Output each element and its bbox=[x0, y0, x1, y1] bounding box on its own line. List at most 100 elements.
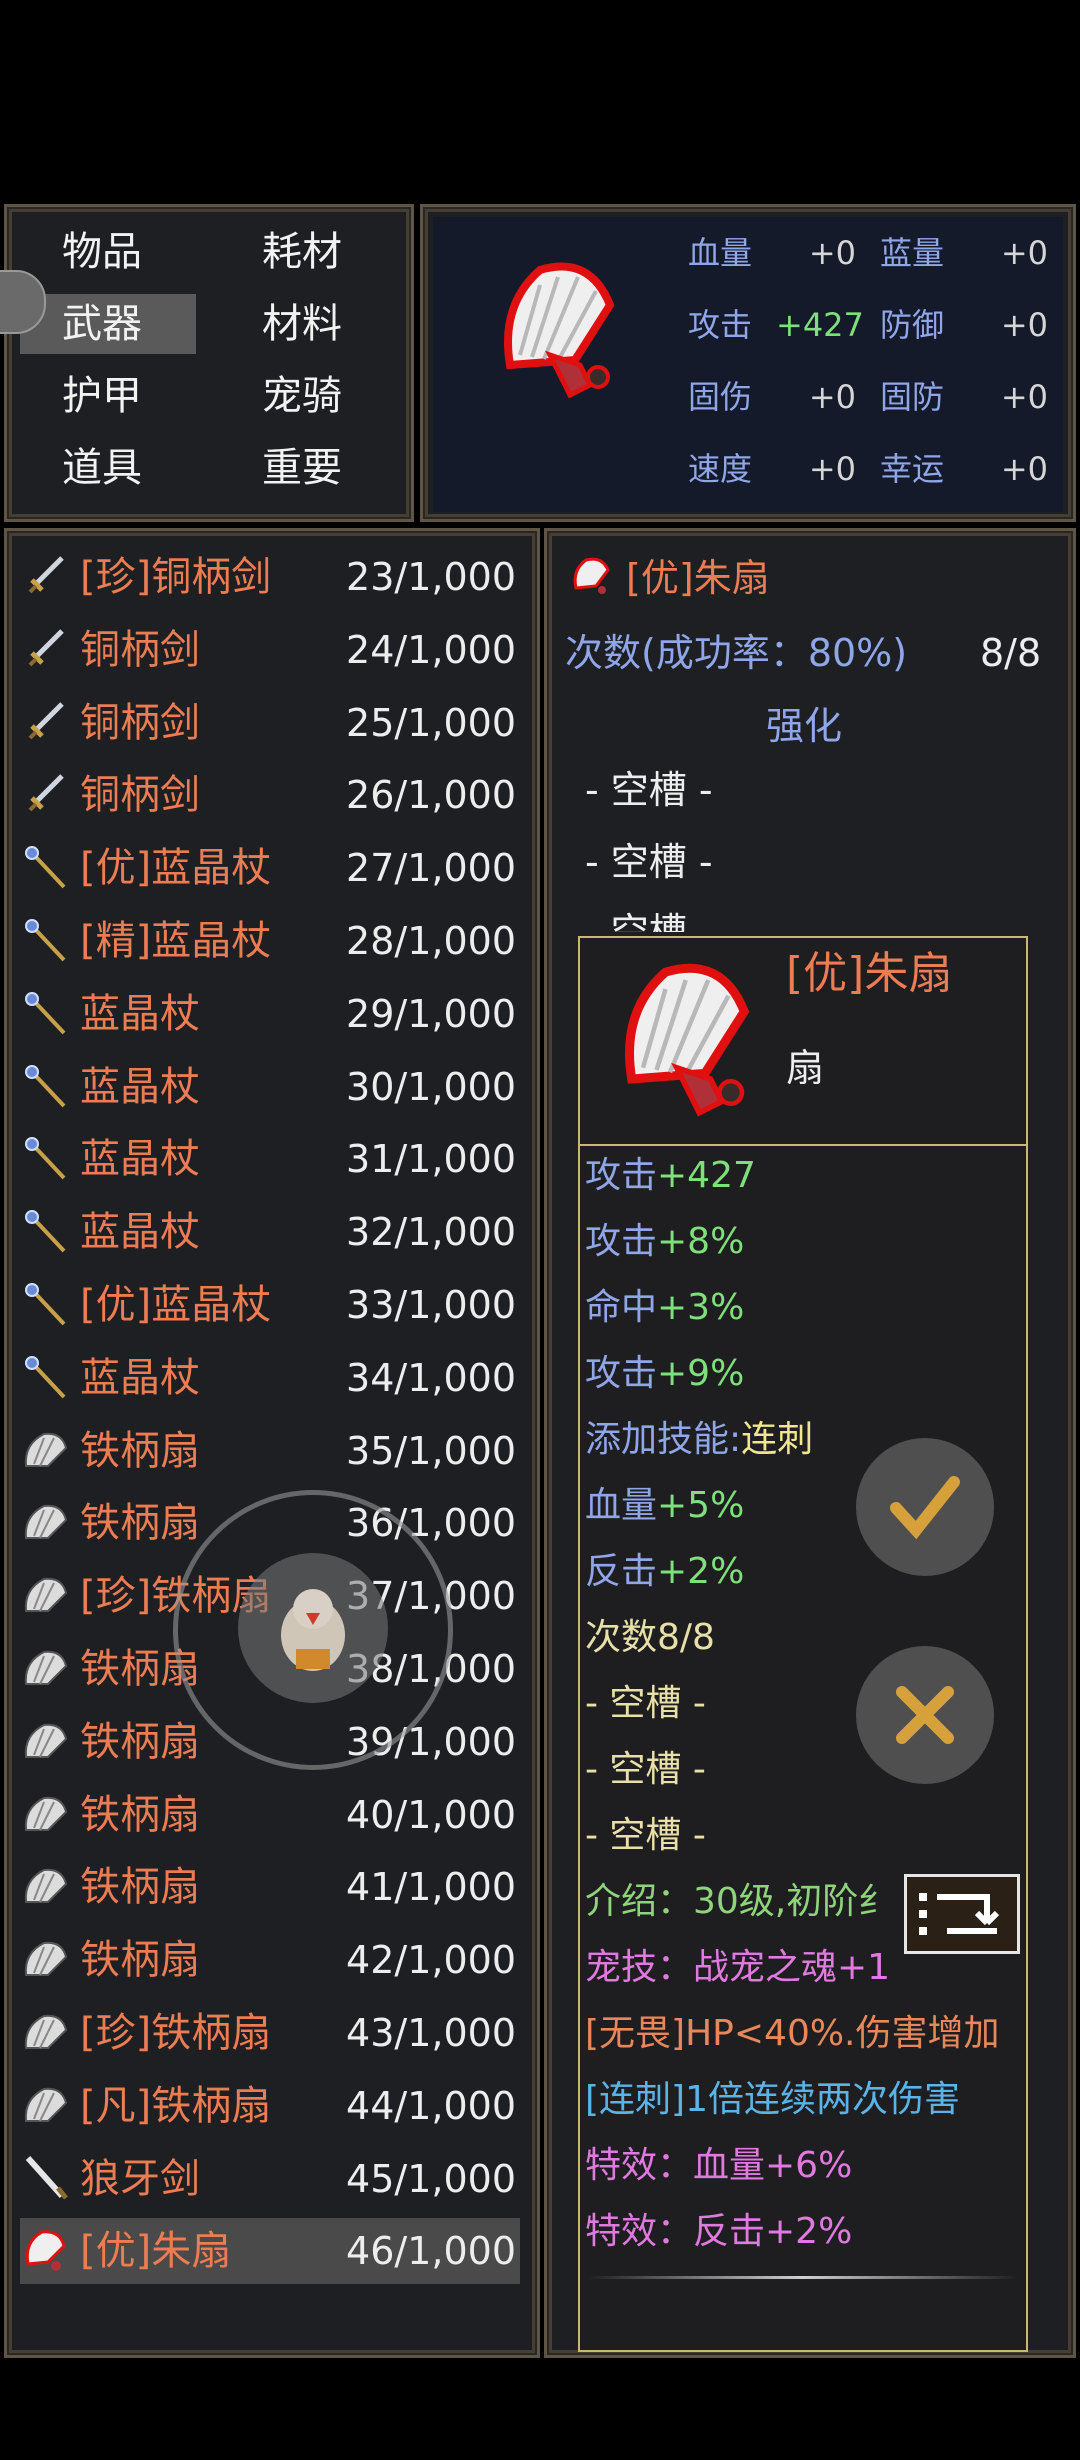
item-name: [珍]铜柄剑 bbox=[80, 554, 272, 600]
check-icon bbox=[890, 1476, 960, 1540]
close-icon bbox=[896, 1686, 954, 1744]
item-name: 铁柄扇 bbox=[80, 1427, 200, 1474]
staff-icon bbox=[22, 1134, 70, 1182]
item-quantity: 24/1,000 bbox=[346, 627, 516, 672]
tooltip-title: [优]朱扇 bbox=[786, 948, 953, 999]
item-name: [珍]铁柄扇 bbox=[80, 2010, 272, 2056]
inventory-row[interactable]: [珍]铜柄剑 23/1,000 bbox=[20, 544, 520, 610]
stat-name: 固防 bbox=[880, 378, 945, 416]
item-quantity: 34/1,000 bbox=[346, 1355, 516, 1400]
inventory-row[interactable]: 铁柄扇 35/1,000 bbox=[20, 1418, 520, 1484]
inventory-row[interactable]: 狼牙剑 45/1,000 bbox=[20, 2146, 520, 2212]
tooltip-line-value: +3% bbox=[657, 1287, 745, 1328]
staff-icon bbox=[22, 1207, 70, 1255]
item-name: 狼牙剑 bbox=[80, 2155, 200, 2202]
tooltip-line: [连刺]1倍连续两次伤害 bbox=[585, 2079, 960, 2120]
tooltip-more-button[interactable] bbox=[904, 1874, 1020, 1954]
item-quantity: 46/1,000 bbox=[346, 2229, 516, 2274]
confirm-button[interactable] bbox=[856, 1438, 994, 1576]
tooltip-line: 添加技能:连刺 bbox=[585, 1410, 813, 1470]
inventory-row[interactable]: [精]蓝晶杖 28/1,000 bbox=[20, 908, 520, 974]
fan-icon bbox=[22, 1498, 70, 1546]
item-quantity: 32/1,000 bbox=[346, 1210, 516, 1255]
inventory-row[interactable]: 铜柄剑 26/1,000 bbox=[20, 762, 520, 828]
inventory-row[interactable]: [优]蓝晶杖 27/1,000 bbox=[20, 835, 520, 901]
category-tab-6[interactable]: 道具 bbox=[62, 438, 142, 498]
tooltip-line-value: 连刺 bbox=[741, 1419, 814, 1460]
inventory-row[interactable]: 铜柄剑 25/1,000 bbox=[20, 690, 520, 756]
tooltip-line-value: +8% bbox=[657, 1221, 745, 1262]
tooltip-line: 特效：血量+6% bbox=[585, 2145, 853, 2186]
staff-icon bbox=[22, 1353, 70, 1401]
detail-slot-1: - 空槽 - bbox=[585, 768, 713, 812]
stat-name: 攻击 bbox=[688, 306, 753, 344]
stat-name: 血量 bbox=[688, 234, 753, 272]
swap-icon bbox=[919, 1893, 1000, 1935]
item-name: 铁柄扇 bbox=[80, 1937, 200, 1984]
item-quantity: 45/1,000 bbox=[346, 2156, 516, 2201]
inventory-row[interactable]: 蓝晶杖 29/1,000 bbox=[20, 981, 520, 1047]
item-quantity: 29/1,000 bbox=[346, 991, 516, 1036]
inventory-row[interactable]: 铁柄扇 40/1,000 bbox=[20, 1782, 520, 1848]
stat-name: 固伤 bbox=[688, 378, 753, 416]
category-tab-1[interactable]: 耗材 bbox=[262, 222, 342, 282]
inventory-row[interactable]: 蓝晶杖 34/1,000 bbox=[20, 1345, 520, 1411]
tooltip-bottom-divider bbox=[588, 2276, 1018, 2279]
item-name: 蓝晶杖 bbox=[80, 1354, 200, 1401]
tooltip-line-prefix: 添加技能: bbox=[585, 1419, 742, 1460]
stat-name: 速度 bbox=[688, 450, 753, 488]
category-tab-0[interactable]: 物品 bbox=[62, 222, 142, 282]
category-tab-5[interactable]: 宠骑 bbox=[262, 366, 342, 426]
fan-icon bbox=[22, 1571, 70, 1619]
category-tab-4[interactable]: 护甲 bbox=[62, 366, 142, 426]
inventory-row[interactable]: [凡]铁柄扇 44/1,000 bbox=[20, 2073, 520, 2139]
category-tab-2[interactable]: 武器 bbox=[20, 294, 196, 354]
inventory-row[interactable]: 铜柄剑 24/1,000 bbox=[20, 617, 520, 683]
category-tab-3[interactable]: 材料 bbox=[262, 294, 342, 354]
item-name: 蓝晶杖 bbox=[80, 1136, 200, 1183]
stat-value: +0 bbox=[808, 234, 856, 272]
floating-pet-button[interactable] bbox=[173, 1490, 453, 1770]
tooltip-line-prefix: 命中 bbox=[585, 1287, 658, 1328]
item-quantity: 43/1,000 bbox=[346, 2011, 516, 2055]
red-fan-icon bbox=[22, 2226, 70, 2274]
item-name: 铜柄剑 bbox=[80, 626, 200, 673]
item-quantity: 23/1,000 bbox=[346, 555, 516, 599]
item-name: 蓝晶杖 bbox=[80, 1209, 200, 1256]
inventory-row[interactable]: [优]蓝晶杖 33/1,000 bbox=[20, 1272, 520, 1338]
fan-icon bbox=[22, 1790, 70, 1838]
stat-value: +0 bbox=[808, 378, 856, 416]
inventory-row[interactable]: [珍]铁柄扇 43/1,000 bbox=[20, 2000, 520, 2066]
inventory-row[interactable]: 蓝晶杖 30/1,000 bbox=[20, 1054, 520, 1120]
inventory-row[interactable]: 蓝晶杖 31/1,000 bbox=[20, 1126, 520, 1192]
inventory-row[interactable]: 蓝晶杖 32/1,000 bbox=[20, 1199, 520, 1265]
item-name: 铁柄扇 bbox=[80, 1791, 200, 1838]
cancel-button[interactable] bbox=[856, 1646, 994, 1784]
item-name: 铜柄剑 bbox=[80, 772, 200, 819]
tooltip-line: 命中+3% bbox=[585, 1278, 744, 1338]
detail-item-icon bbox=[568, 552, 616, 600]
enhance-label[interactable]: 强化 bbox=[766, 696, 842, 756]
staff-icon bbox=[22, 1280, 70, 1328]
item-quantity: 25/1,000 bbox=[346, 700, 516, 745]
item-quantity: 35/1,000 bbox=[346, 1428, 516, 1473]
inventory-row[interactable]: 铁柄扇 42/1,000 bbox=[20, 1927, 520, 1993]
detail-slot-3: - 空槽 - bbox=[585, 910, 713, 932]
inventory-row[interactable]: 铁柄扇 41/1,000 bbox=[20, 1854, 520, 1920]
inventory-row[interactable]: [优]朱扇 46/1,000 bbox=[20, 2218, 520, 2285]
tooltip-item-icon bbox=[598, 944, 778, 1124]
pet-avatar bbox=[238, 1553, 388, 1703]
category-tab-7[interactable]: 重要 bbox=[262, 438, 342, 498]
staff-icon bbox=[22, 1062, 70, 1110]
stat-value: +0 bbox=[1000, 378, 1048, 416]
tooltip-line: 血量+5% bbox=[585, 1476, 744, 1536]
item-quantity: 42/1,000 bbox=[346, 1938, 516, 1983]
tooltip-line: - 空槽 - bbox=[585, 1749, 706, 1790]
stat-value: +0 bbox=[1000, 306, 1048, 344]
fan-icon bbox=[22, 1935, 70, 1983]
item-name: 蓝晶杖 bbox=[80, 990, 200, 1037]
item-quantity: 26/1,000 bbox=[346, 773, 516, 818]
item-name: 铜柄剑 bbox=[80, 699, 200, 746]
tooltip-line-value: +427 bbox=[657, 1155, 756, 1196]
tooltip-line: 次数8/8 bbox=[585, 1608, 715, 1668]
